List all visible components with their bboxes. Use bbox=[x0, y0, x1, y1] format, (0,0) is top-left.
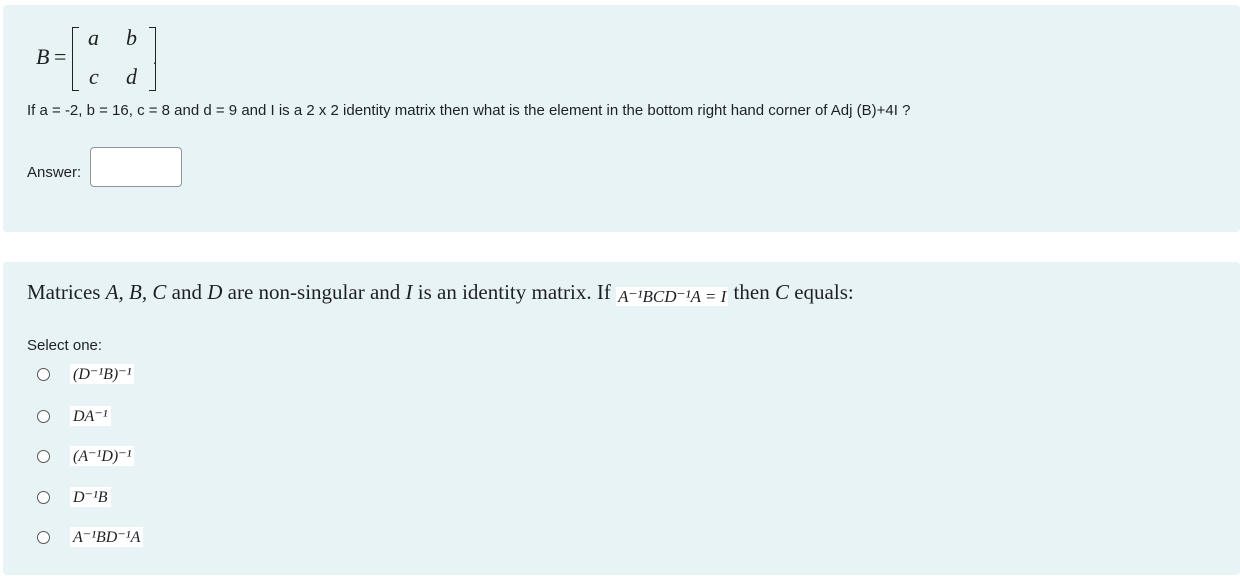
matrix-trailing-period: . bbox=[153, 53, 157, 68]
q2-formula: A⁻¹BCD⁻¹A = I bbox=[616, 287, 729, 306]
matrix-left-bracket bbox=[72, 27, 79, 91]
question-1-card: B = a b c d . If a = -2, b = 16, c = 8 a… bbox=[3, 5, 1240, 232]
option-label: DA⁻¹ bbox=[70, 406, 111, 426]
q2-text-var-c: C bbox=[774, 280, 789, 304]
q2-text-and: and bbox=[166, 280, 208, 304]
radio-button[interactable] bbox=[37, 409, 50, 423]
radio-button[interactable] bbox=[37, 490, 50, 504]
matrix-definition: B = a b c d . bbox=[36, 25, 166, 93]
option-5[interactable]: A⁻¹BD⁻¹A bbox=[37, 525, 144, 549]
select-one-label: Select one: bbox=[27, 337, 103, 354]
option-label: (A⁻¹D)⁻¹ bbox=[70, 446, 135, 466]
q2-text-vars: A, B, C bbox=[105, 280, 167, 304]
question-2-card: Matrices A, B, C and D are non-singular … bbox=[3, 262, 1240, 575]
option-3[interactable]: (A⁻¹D)⁻¹ bbox=[37, 444, 135, 468]
matrix-cell-d: d bbox=[126, 64, 137, 89]
option-label: (D⁻¹B)⁻¹ bbox=[70, 364, 135, 384]
matrix-cell-c: c bbox=[89, 64, 99, 89]
q2-text-var-d: D bbox=[207, 280, 223, 304]
option-label: D⁻¹B bbox=[70, 487, 111, 507]
radio-button[interactable] bbox=[37, 530, 50, 544]
radio-button[interactable] bbox=[37, 449, 50, 463]
matrix-name: B bbox=[36, 44, 50, 69]
question-1-text: If a = -2, b = 16, c = 8 and d = 9 and I… bbox=[27, 102, 911, 119]
option-1[interactable]: (D⁻¹B)⁻¹ bbox=[37, 362, 135, 386]
q2-text-prefix: Matrices bbox=[27, 280, 106, 304]
answer-label: Answer: bbox=[27, 164, 82, 181]
matrix-cell-a: a bbox=[88, 25, 99, 50]
option-4[interactable]: D⁻¹B bbox=[37, 485, 111, 509]
q2-text-then: then bbox=[728, 280, 775, 304]
q2-text-suffix: equals: bbox=[788, 280, 854, 304]
option-2[interactable]: DA⁻¹ bbox=[37, 404, 111, 428]
q2-text-mid: are non-singular and bbox=[222, 280, 406, 304]
answer-input[interactable] bbox=[90, 147, 182, 187]
question-2-text: Matrices A, B, C and D are non-singular … bbox=[27, 280, 854, 306]
option-label: A⁻¹BD⁻¹A bbox=[70, 527, 144, 547]
matrix-cell-b: b bbox=[126, 25, 137, 50]
equals-sign: = bbox=[54, 44, 67, 69]
q2-text-var-i: I bbox=[405, 280, 413, 304]
q2-text-mid2: is an identity matrix. If bbox=[412, 280, 617, 304]
radio-button[interactable] bbox=[37, 367, 50, 381]
